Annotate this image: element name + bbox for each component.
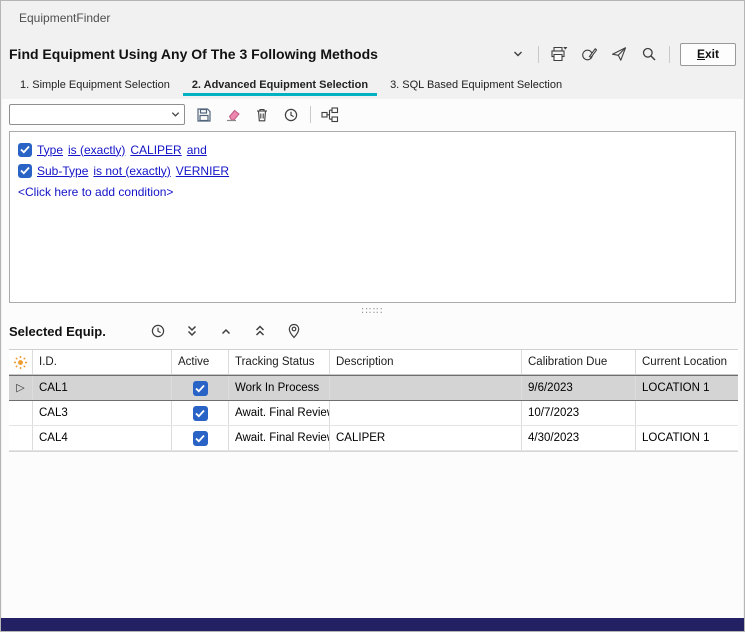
cell-description[interactable] (330, 376, 522, 400)
save-icon[interactable] (194, 105, 214, 125)
column-header-current-location[interactable]: Current Location (636, 350, 738, 374)
active-checkbox[interactable] (193, 406, 208, 421)
active-checkbox[interactable] (193, 381, 208, 396)
grid-options-cell[interactable] (9, 350, 33, 374)
row-selector[interactable] (9, 401, 33, 425)
condition-field-link[interactable]: Sub-Type (37, 164, 88, 178)
clock-icon[interactable] (281, 105, 301, 125)
table-row[interactable]: ▷ CAL1 Work In Process 9/6/2023 LOCATION… (9, 375, 738, 401)
column-header-calibration-due[interactable]: Calibration Due (522, 350, 636, 374)
cell-current-location[interactable]: LOCATION 1 (636, 426, 738, 450)
tab-sql-based-equipment-selection[interactable]: 3. SQL Based Equipment Selection (381, 76, 571, 95)
chevron-down-icon[interactable] (508, 44, 528, 64)
header-icons: Exit (508, 43, 736, 66)
printer-icon[interactable] (549, 44, 569, 64)
cell-active[interactable] (172, 376, 229, 400)
row-selector[interactable]: ▷ (9, 376, 33, 400)
trash-icon[interactable] (252, 105, 272, 125)
tab-content-panel: Type is (exactly) CALIPER and Sub-Type i… (2, 99, 743, 618)
eraser-icon[interactable] (223, 105, 243, 125)
tab-simple-equipment-selection[interactable]: 1. Simple Equipment Selection (11, 76, 179, 95)
cell-tracking-status[interactable]: Await. Final Review (229, 401, 330, 425)
selected-equip-band: Selected Equip. (2, 319, 743, 349)
filter-combo[interactable] (9, 104, 185, 125)
cell-id[interactable]: CAL4 (33, 426, 172, 450)
cell-active[interactable] (172, 401, 229, 425)
window-titlebar: EquipmentFinder (1, 1, 744, 35)
cell-calibration-due[interactable]: 10/7/2023 (522, 401, 636, 425)
combo-chevron-icon[interactable] (167, 109, 184, 120)
window-title: EquipmentFinder (19, 11, 110, 25)
send-icon[interactable] (609, 44, 629, 64)
condition-row-2: Sub-Type is not (exactly) VERNIER (18, 160, 727, 181)
condition-operator-link[interactable]: is not (exactly) (93, 164, 170, 178)
exit-button[interactable]: Exit (680, 43, 736, 66)
column-header-id[interactable]: I.D. (33, 350, 172, 374)
selected-equip-title: Selected Equip. (9, 324, 106, 339)
equipment-finder-window: EquipmentFinder Find Equipment Using Any… (0, 0, 745, 632)
condition-conjunction-link[interactable]: and (187, 143, 207, 157)
footer-bar (1, 618, 744, 631)
table-row[interactable]: CAL3 Await. Final Review 10/7/2023 (9, 401, 738, 426)
filter-toolbar (2, 99, 743, 129)
separator (669, 46, 670, 63)
column-header-description[interactable]: Description (330, 350, 522, 374)
search-icon[interactable] (639, 44, 659, 64)
chevron-up-icon[interactable] (216, 321, 236, 341)
cell-current-location[interactable]: LOCATION 1 (636, 376, 738, 400)
condition-checkbox[interactable] (18, 143, 32, 157)
cell-calibration-due[interactable]: 4/30/2023 (522, 426, 636, 450)
cell-active[interactable] (172, 426, 229, 450)
row-selector[interactable] (9, 426, 33, 450)
double-chevron-up-icon[interactable] (250, 321, 270, 341)
condition-checkbox[interactable] (18, 164, 32, 178)
filter-combo-input[interactable] (10, 106, 167, 123)
cell-tracking-status[interactable]: Await. Final Review (229, 426, 330, 450)
clock-icon[interactable] (148, 321, 168, 341)
cell-description[interactable]: CALIPER (330, 426, 522, 450)
location-pin-icon[interactable] (284, 321, 304, 341)
active-checkbox[interactable] (193, 431, 208, 446)
current-row-indicator: ▷ (16, 376, 24, 400)
exit-button-label: xit (705, 47, 719, 61)
grid-header-row: I.D. Active Tracking Status Description … (9, 349, 738, 375)
condition-operator-link[interactable]: is (exactly) (68, 143, 125, 157)
cell-calibration-due[interactable]: 9/6/2023 (522, 376, 636, 400)
selected-equipment-grid: I.D. Active Tracking Status Description … (9, 349, 738, 452)
splitter-handle[interactable]: ∷∷∷ (2, 303, 743, 319)
condition-field-link[interactable]: Type (37, 143, 63, 157)
page-title: Find Equipment Using Any Of The 3 Follow… (9, 46, 508, 62)
options-sun-icon[interactable] (13, 355, 28, 370)
separator (538, 46, 539, 63)
tab-strip: 1. Simple Equipment Selection 2. Advance… (11, 76, 736, 99)
cell-current-location[interactable] (636, 401, 738, 425)
header-bar: Find Equipment Using Any Of The 3 Follow… (9, 39, 736, 69)
pencil-circle-icon[interactable] (579, 44, 599, 64)
cell-id[interactable]: CAL1 (33, 376, 172, 400)
add-level-icon[interactable] (320, 105, 340, 125)
exit-button-accel: E (697, 47, 705, 61)
cell-id[interactable]: CAL3 (33, 401, 172, 425)
condition-builder: Type is (exactly) CALIPER and Sub-Type i… (9, 131, 736, 303)
condition-row-1: Type is (exactly) CALIPER and (18, 139, 727, 160)
tab-advanced-equipment-selection[interactable]: 2. Advanced Equipment Selection (183, 76, 377, 96)
separator (310, 106, 311, 123)
selected-equip-icons (148, 321, 304, 341)
column-header-active[interactable]: Active (172, 350, 229, 374)
double-chevron-down-icon[interactable] (182, 321, 202, 341)
cell-tracking-status[interactable]: Work In Process (229, 376, 330, 400)
add-condition-link[interactable]: <Click here to add condition> (18, 181, 727, 202)
condition-value-link[interactable]: CALIPER (130, 143, 181, 157)
condition-value-link[interactable]: VERNIER (176, 164, 229, 178)
column-header-tracking-status[interactable]: Tracking Status (229, 350, 330, 374)
cell-description[interactable] (330, 401, 522, 425)
table-row[interactable]: CAL4 Await. Final Review CALIPER 4/30/20… (9, 426, 738, 451)
